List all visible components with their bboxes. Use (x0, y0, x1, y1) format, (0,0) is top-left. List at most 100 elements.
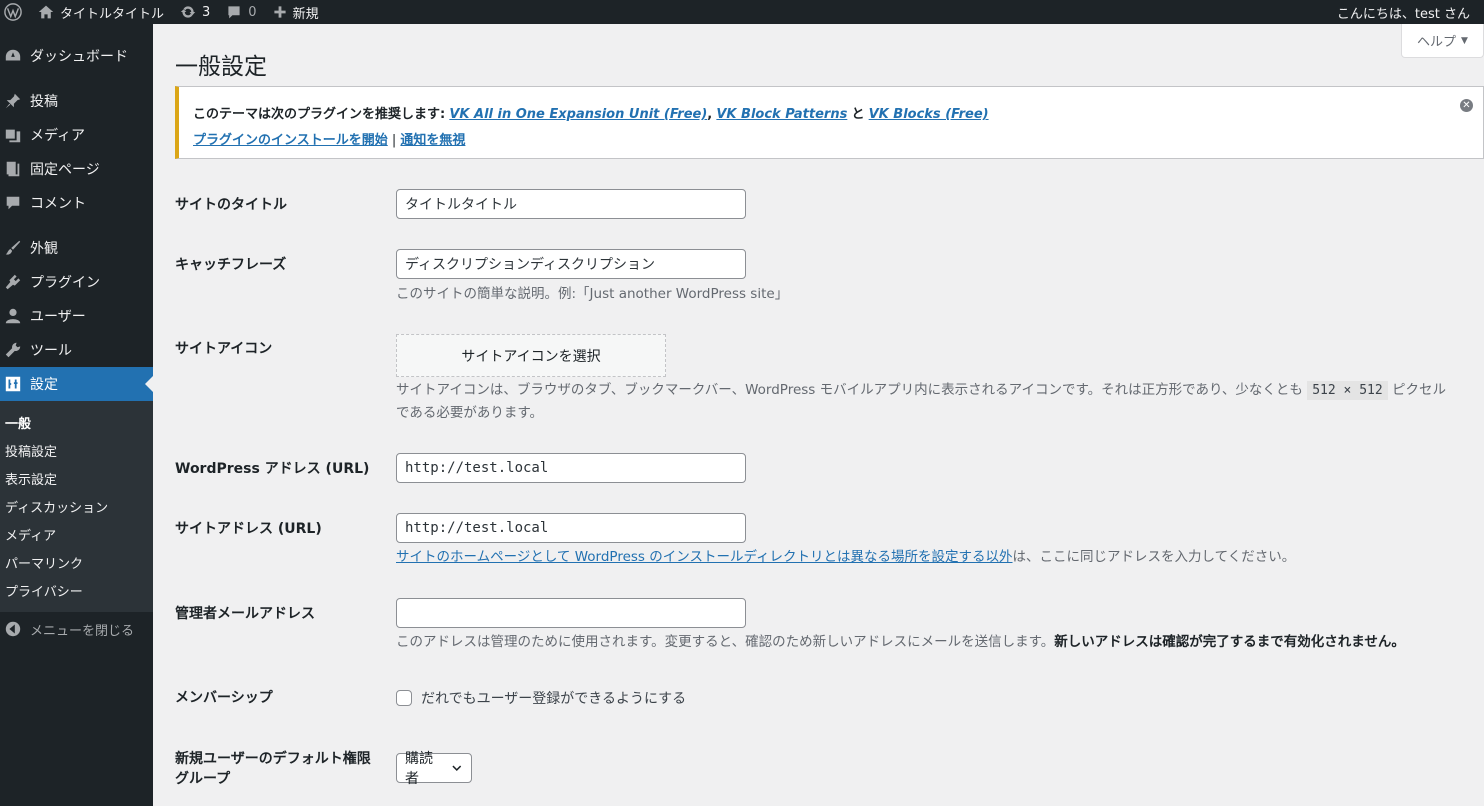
menu-label: プラグイン (30, 275, 100, 291)
tagline-label: キャッチフレーズ (175, 257, 287, 273)
menu-item-appearance[interactable]: 外観 (0, 231, 153, 265)
submenu-item-permalinks[interactable]: パーマリンク (0, 548, 153, 576)
collapse-menu-button[interactable]: メニューを閉じる (0, 612, 153, 646)
admin-menu: ダッシュボード 投稿 メディア 固定ページ コメント 外観 プラグイン ユーザー… (0, 24, 153, 806)
help-tab-button[interactable]: ヘルプ ▼ (1401, 24, 1484, 58)
menu-item-settings[interactable]: 設定 (0, 367, 153, 401)
admin-email-label: 管理者メールアドレス (175, 606, 315, 622)
submenu-item-reading[interactable]: 表示設定 (0, 464, 153, 492)
close-icon[interactable]: ✕ (1460, 99, 1473, 112)
user-icon (5, 308, 21, 324)
menu-label: 投稿 (30, 94, 58, 110)
site-address-label: サイトアドレス (URL) (175, 521, 322, 537)
install-plugins-link[interactable]: プラグインのインストールを開始 (193, 133, 388, 148)
menu-item-comments[interactable]: コメント (0, 186, 153, 220)
site-name: タイトルタイトル (60, 6, 165, 22)
menu-label: 外観 (30, 241, 58, 257)
brush-icon (5, 240, 21, 255)
site-address-desc-text: は、ここに同じアドレスを入力してください。 (1012, 549, 1296, 565)
menu-label: メディア (30, 128, 86, 144)
comments-count: 0 (248, 4, 257, 20)
site-icon-size-code: 512 × 512 (1307, 381, 1388, 400)
updates-count: 3 (202, 4, 211, 20)
default-role-label-line1: 新規ユーザーのデフォルト権限 (175, 751, 371, 767)
dashboard-icon (5, 49, 21, 61)
dismiss-notice-link[interactable]: 通知を無視 (400, 133, 465, 148)
submenu-item-discussion[interactable]: ディスカッション (0, 492, 153, 520)
page-icon (6, 161, 20, 177)
default-role-select[interactable]: 購読者 (396, 751, 472, 787)
main-content: ヘルプ ▼ 一般設定 このテーマは次のプラグインを推奨します: VK All i… (153, 24, 1484, 806)
plugin-link-vk-all-in-one[interactable]: VK All in One Expansion Unit (Free) (449, 107, 707, 122)
new-label: 新規 (292, 6, 319, 22)
wp-address-input[interactable]: http://test.local (396, 453, 746, 483)
menu-item-pages[interactable]: 固定ページ (0, 152, 153, 186)
updates-link[interactable]: 3 (172, 0, 218, 24)
default-role-value: 購読者 (405, 751, 433, 787)
notice-and: と (851, 107, 865, 122)
submenu-item-media[interactable]: メディア (0, 520, 153, 548)
membership-label: メンバーシップ (175, 690, 273, 706)
site-icon-description: サイトアイコンは、ブラウザのタブ、ブックマークバー、WordPress モバイル… (396, 379, 1476, 424)
comments-link[interactable]: 0 (218, 0, 264, 24)
admin-bar: タイトルタイトル 3 0 新規 こんにちは、test さん (0, 0, 1484, 24)
comment-icon (228, 6, 240, 19)
plugin-icon (5, 274, 21, 290)
menu-label: 設定 (30, 377, 58, 393)
comment-icon (6, 196, 20, 210)
membership-option[interactable]: だれでもユーザー登録ができるようにする (396, 688, 686, 708)
menu-item-tools[interactable]: ツール (0, 333, 153, 367)
refresh-icon (180, 6, 196, 18)
plus-icon (273, 6, 286, 18)
site-icon-label: サイトアイコン (175, 341, 273, 357)
page-title: 一般設定 (175, 54, 267, 80)
menu-label: ユーザー (30, 309, 86, 325)
menu-item-media[interactable]: メディア (0, 118, 153, 152)
pin-icon (5, 93, 21, 109)
menu-label: ダッシュボード (30, 49, 128, 65)
menu-item-dashboard[interactable]: ダッシュボード (0, 39, 153, 73)
collapse-icon (5, 621, 21, 637)
my-account-link[interactable]: こんにちは、test さん (1329, 0, 1484, 24)
site-title-input[interactable]: タイトルタイトル (396, 189, 746, 219)
site-icon-desc-end: である必要があります。 (396, 405, 544, 421)
site-title-label: サイトのタイトル (175, 197, 287, 213)
membership-checkbox-label: だれでもユーザー登録ができるようにする (421, 691, 687, 707)
chevron-down-icon (452, 765, 462, 771)
tagline-input[interactable]: ディスクリプションディスクリプション (396, 249, 746, 279)
admin-email-description: このアドレスは管理のために使用されます。変更すると、確認のため新しいアドレスにメ… (396, 631, 1476, 653)
wp-address-label: WordPress アドレス (URL) (175, 461, 370, 477)
home-icon (38, 5, 54, 19)
menu-item-posts[interactable]: 投稿 (0, 84, 153, 118)
choose-site-icon-button[interactable]: サイトアイコンを選択 (396, 334, 666, 377)
notice-pipe: | (391, 133, 397, 148)
site-name-link[interactable]: タイトルタイトル (30, 0, 172, 24)
admin-email-input[interactable] (396, 598, 746, 628)
wrench-icon (5, 342, 21, 358)
submenu-item-writing[interactable]: 投稿設定 (0, 436, 153, 464)
site-address-input[interactable]: http://test.local (396, 513, 746, 543)
menu-label: コメント (30, 196, 86, 212)
caret-down-icon: ▼ (1461, 35, 1468, 46)
admin-email-desc-bold: 新しいアドレスは確認が完了するまで有効化されません。 (1054, 634, 1405, 650)
notice-lead: このテーマは次のプラグインを推奨します: (193, 107, 446, 122)
wordpress-logo-icon[interactable] (0, 0, 30, 24)
plugin-link-vk-block-patterns[interactable]: VK Block Patterns (716, 107, 847, 122)
tagline-description: このサイトの簡単な説明。例:「Just another WordPress si… (396, 286, 789, 302)
default-role-label: 新規ユーザーのデフォルト権限 グループ (175, 749, 371, 789)
site-address-description: サイトのホームページとして WordPress のインストールディレクトリとは異… (396, 546, 1476, 568)
help-label: ヘルプ (1417, 35, 1457, 50)
menu-item-users[interactable]: ユーザー (0, 299, 153, 333)
site-icon-desc-text: サイトアイコンは、ブラウザのタブ、ブックマークバー、WordPress モバイル… (396, 382, 1303, 398)
menu-item-plugins[interactable]: プラグイン (0, 265, 153, 299)
plugin-link-vk-blocks[interactable]: VK Blocks (Free) (869, 107, 989, 122)
collapse-label: メニューを閉じる (30, 623, 135, 639)
membership-checkbox[interactable] (396, 690, 412, 706)
settings-submenu: 一般 投稿設定 表示設定 ディスカッション メディア パーマリンク プライバシー (0, 401, 153, 612)
submenu-item-privacy[interactable]: プライバシー (0, 576, 153, 604)
greeting: こんにちは、test さん (1336, 6, 1470, 22)
new-content-link[interactable]: 新規 (265, 0, 327, 24)
submenu-item-general[interactable]: 一般 (0, 408, 153, 436)
site-address-help-link[interactable]: サイトのホームページとして WordPress のインストールディレクトリとは異… (396, 549, 1013, 565)
plugin-recommendation-notice: このテーマは次のプラグインを推奨します: VK All in One Expan… (175, 86, 1484, 159)
